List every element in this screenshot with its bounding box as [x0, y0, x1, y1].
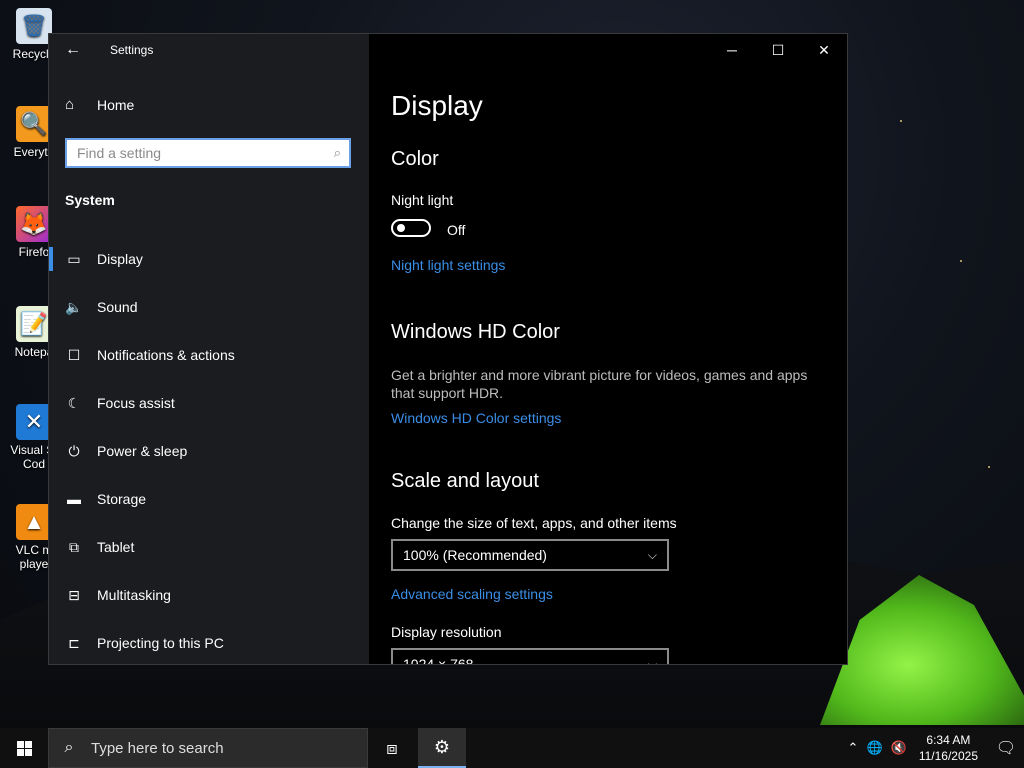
- vscode-icon: ✕: [16, 404, 52, 440]
- speaker-icon: 🔈: [65, 298, 83, 315]
- night-light-label: Night light: [391, 192, 454, 208]
- night-light-settings-link[interactable]: Night light settings: [391, 257, 505, 273]
- nav-item-label: Display: [97, 251, 143, 267]
- wallpaper-star: [900, 120, 902, 122]
- nav-item-label: Sound: [97, 299, 138, 315]
- nav-item-sound[interactable]: 🔈 Sound: [49, 283, 369, 331]
- nav-item-display[interactable]: ▭ Display: [49, 235, 369, 283]
- chevron-up-icon[interactable]: ⌃: [848, 740, 859, 756]
- task-view-button[interactable]: ⧈: [368, 728, 416, 768]
- wallpaper-star: [988, 466, 990, 468]
- notification-icon: ☐: [67, 346, 81, 363]
- toggle-knob: [397, 224, 405, 232]
- scale-dropdown[interactable]: 100% (Recommended) ⌵: [391, 539, 669, 571]
- taskbar-settings-app[interactable]: ⚙: [418, 728, 466, 768]
- nav-item-power-sleep[interactable]: ⏻ Power & sleep: [49, 427, 369, 475]
- system-tray: ⌃ 🌐 🔇 6:34 AM 11/16/2025 🗨: [848, 728, 1024, 768]
- monitor-icon: ▭: [67, 250, 81, 267]
- power-icon: ⏻: [68, 442, 80, 459]
- home-link[interactable]: ⌂ Home: [65, 96, 134, 113]
- storage-icon: ▬: [67, 491, 81, 507]
- clock-date: 11/16/2025: [918, 749, 978, 763]
- hdr-description: Get a brighter and more vibrant picture …: [391, 367, 808, 401]
- search-icon: ⌕: [333, 145, 341, 160]
- hdr-heading: Windows HD Color: [391, 321, 560, 343]
- night-light-state: Off: [447, 222, 466, 238]
- night-light-toggle[interactable]: [391, 219, 431, 237]
- taskbar: ⌕ ⧈ ⚙ ⌃ 🌐 🔇 6:34 AM 11/16/2025 🗨: [0, 728, 1024, 768]
- display-settings-content: Display Color Night light Off Night ligh…: [369, 34, 847, 664]
- wallpaper-star: [960, 260, 962, 262]
- multitasking-icon: ⊟: [68, 586, 80, 603]
- network-icon[interactable]: 🌐: [866, 740, 882, 756]
- settings-sidebar: ← Settings ⌂ Home ⌕ System ▭ Display 🔈 S…: [49, 34, 369, 664]
- back-button[interactable]: ←: [57, 38, 89, 62]
- chevron-down-icon: ⌵: [647, 656, 657, 665]
- home-icon: ⌂: [65, 96, 75, 113]
- nav-item-multitasking[interactable]: ⊟ Multitasking: [49, 571, 369, 619]
- window-title: Settings: [110, 43, 154, 57]
- home-label: Home: [97, 96, 135, 113]
- search-icon: ⌕: [64, 739, 74, 756]
- moon-icon: ☾: [67, 394, 81, 411]
- tablet-icon: ⧉: [69, 538, 79, 555]
- taskbar-search-input[interactable]: [89, 738, 367, 758]
- recycle-bin-icon: 🗑: [16, 8, 52, 44]
- resolution-dropdown-value: 1024 × 768: [403, 656, 474, 665]
- nav-item-label: Power & sleep: [97, 443, 188, 459]
- gear-icon: ⚙: [433, 736, 451, 757]
- volume-muted-icon[interactable]: 🔇: [891, 740, 907, 756]
- everything-icon: 🔍: [16, 106, 52, 142]
- resolution-dropdown[interactable]: 1024 × 768 ⌵: [391, 648, 669, 665]
- scale-label: Change the size of text, apps, and other…: [391, 515, 677, 531]
- find-setting-input[interactable]: [75, 144, 334, 162]
- nav-item-label: Projecting to this PC: [97, 635, 224, 651]
- nav-item-tablet[interactable]: ⧉ Tablet: [49, 523, 369, 571]
- nav-item-storage[interactable]: ▬ Storage: [49, 475, 369, 523]
- chevron-down-icon: ⌵: [647, 547, 657, 562]
- clock-time: 6:34 AM: [926, 733, 971, 747]
- clock[interactable]: 6:34 AM 11/16/2025: [919, 732, 978, 764]
- section-label-system: System: [65, 192, 115, 208]
- nav-item-focus-assist[interactable]: ☾ Focus assist: [49, 379, 369, 427]
- nav-item-label: Storage: [97, 491, 147, 507]
- scale-dropdown-value: 100% (Recommended): [403, 547, 547, 563]
- nav-item-label: Focus assist: [97, 395, 175, 411]
- taskbar-search[interactable]: ⌕: [48, 728, 368, 768]
- back-arrow-icon: ←: [65, 41, 81, 58]
- nav-item-label: Notifications & actions: [97, 347, 235, 363]
- hdr-settings-link[interactable]: Windows HD Color settings: [391, 410, 561, 426]
- nav-item-notifications[interactable]: ☐ Notifications & actions: [49, 331, 369, 379]
- settings-nav: ▭ Display 🔈 Sound ☐ Notifications & acti…: [49, 235, 369, 664]
- color-heading: Color: [391, 148, 439, 170]
- start-button[interactable]: [0, 728, 48, 768]
- notepad-icon: 📝: [16, 306, 52, 342]
- nav-item-projecting[interactable]: ⊏ Projecting to this PC: [49, 619, 369, 664]
- resolution-label: Display resolution: [391, 624, 502, 640]
- find-setting-search[interactable]: ⌕: [65, 138, 351, 168]
- firefox-icon: 🦊: [16, 206, 52, 242]
- projecting-icon: ⊏: [68, 634, 80, 651]
- vlc-icon: ▲: [16, 504, 52, 540]
- nav-item-label: Tablet: [97, 539, 135, 555]
- action-center-icon[interactable]: 🗨: [988, 738, 1024, 758]
- settings-window: ← Settings ⌂ Home ⌕ System ▭ Display 🔈 S…: [48, 33, 848, 665]
- task-view-icon: ⧈: [386, 737, 398, 758]
- nav-item-label: Multitasking: [97, 587, 171, 603]
- advanced-scaling-link[interactable]: Advanced scaling settings: [391, 586, 553, 602]
- windows-logo-icon: [16, 740, 32, 756]
- scale-heading: Scale and layout: [391, 470, 539, 492]
- page-title: Display: [391, 90, 483, 121]
